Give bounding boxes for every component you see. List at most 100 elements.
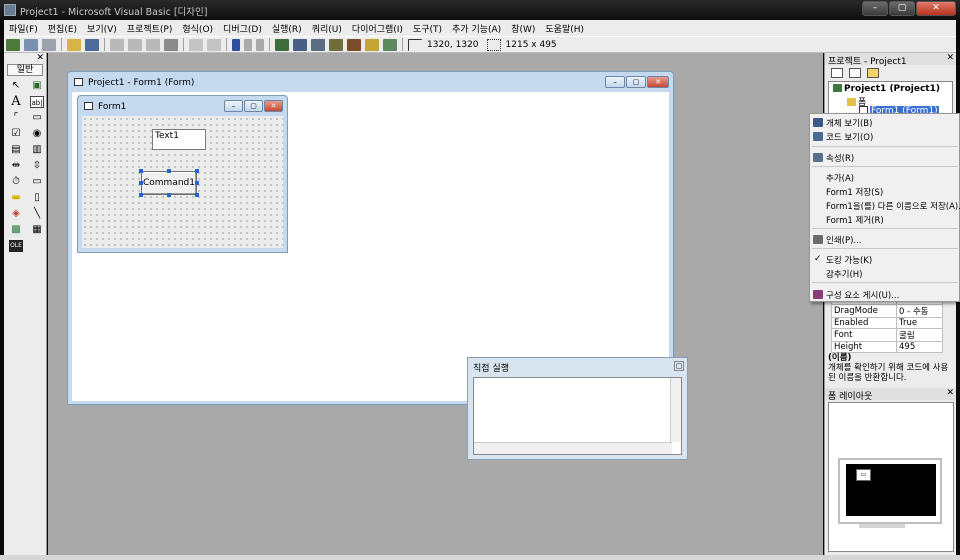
break-icon[interactable]	[244, 38, 252, 51]
ctx-publish-components[interactable]: 구성 요소 게시(U)...	[826, 289, 899, 301]
form-position-marker[interactable]: ▭	[856, 469, 871, 481]
ctx-view-code[interactable]: 코드 보기(O)	[826, 131, 873, 143]
ctx-add[interactable]: 추가(A)	[826, 172, 854, 184]
menu-debug[interactable]: 디버그(D)	[218, 22, 267, 35]
toolbox-icon[interactable]	[347, 38, 361, 51]
form1-design-grid[interactable]: Text1 Command1	[82, 116, 283, 248]
image-tool-icon[interactable]: ▩	[9, 224, 23, 236]
start-icon[interactable]	[232, 38, 240, 51]
property-value[interactable]: True	[896, 317, 943, 329]
object-browser-icon[interactable]	[329, 38, 343, 51]
menu-window[interactable]: 창(W)	[506, 22, 540, 35]
designer-close-button[interactable]: ✕	[647, 76, 669, 88]
menu-run[interactable]: 실행(R)	[267, 22, 307, 35]
text1-textbox[interactable]: Text1	[152, 129, 206, 150]
find-icon[interactable]	[164, 38, 178, 51]
command1-button[interactable]: Command1	[141, 171, 197, 195]
resize-handle[interactable]	[139, 193, 143, 197]
listbox-tool-icon[interactable]: ▥	[30, 144, 44, 156]
line-tool-icon[interactable]: ╲	[30, 208, 44, 220]
menu-addins[interactable]: 추가 기능(A)	[447, 22, 506, 35]
properties-window-icon[interactable]	[293, 38, 307, 51]
timer-tool-icon[interactable]: ⏱	[9, 176, 23, 188]
open-project-icon[interactable]	[67, 38, 81, 51]
save-project-icon[interactable]	[85, 38, 99, 51]
dirlistbox-tool-icon[interactable]: ▬	[9, 192, 23, 204]
hscrollbar-tool-icon[interactable]: ⇹	[9, 160, 23, 172]
menu-tools[interactable]: 도구(T)	[408, 22, 447, 35]
property-row[interactable]: DragMode 0 - 수동	[831, 304, 943, 318]
designer-maximize-button[interactable]: ▢	[626, 76, 646, 88]
label-tool-icon[interactable]: A	[9, 95, 23, 108]
close-button[interactable]: ✕	[916, 1, 956, 16]
resize-handle[interactable]	[167, 193, 171, 197]
add-project-icon[interactable]	[6, 38, 20, 51]
resize-handle[interactable]	[195, 193, 199, 197]
menu-editor-icon[interactable]	[42, 38, 56, 51]
ctx-hide[interactable]: 감추기(H)	[826, 268, 862, 280]
property-row[interactable]: Height 495	[831, 341, 943, 353]
form-layout-close-icon[interactable]: ✕	[946, 388, 954, 398]
menu-help[interactable]: 도움말(H)	[540, 22, 589, 35]
tree-node-project[interactable]: Project1 (Project1)	[833, 84, 940, 94]
menu-query[interactable]: 쿼리(U)	[307, 22, 347, 35]
cut-icon[interactable]	[110, 38, 124, 51]
toolbox-close-icon[interactable]: ✕	[36, 53, 44, 63]
ctx-view-object[interactable]: 개체 보기(B)	[826, 117, 872, 129]
ctx-save-form[interactable]: Form1 저장(S)	[826, 186, 883, 198]
menu-diagram[interactable]: 다이어그램(I)	[347, 22, 408, 35]
resize-handle[interactable]	[195, 169, 199, 173]
data-view-icon[interactable]	[365, 38, 379, 51]
pointer-tool-icon[interactable]: ↖	[9, 80, 23, 92]
menu-edit[interactable]: 편집(E)	[43, 22, 82, 35]
property-row[interactable]: Enabled True	[831, 317, 943, 329]
ctx-print[interactable]: 인쇄(P)...	[826, 234, 862, 246]
property-value[interactable]: 495	[896, 341, 943, 353]
form-layout-icon[interactable]	[311, 38, 325, 51]
designer-title-bar[interactable]: Project1 - Form1 (Form) – ▢ ✕	[68, 72, 673, 92]
property-value[interactable]: 굴림	[896, 328, 943, 342]
frame-tool-icon[interactable]: ⌜	[9, 112, 23, 124]
ole-tool-icon[interactable]: OLE	[9, 240, 23, 252]
paste-icon[interactable]	[146, 38, 160, 51]
end-icon[interactable]	[256, 38, 264, 51]
form1-close-button[interactable]: ✕	[264, 100, 283, 112]
menu-format[interactable]: 형식(O)	[177, 22, 218, 35]
copy-icon[interactable]	[128, 38, 142, 51]
immediate-title-bar[interactable]: 직접 실행 ▢	[468, 358, 687, 374]
form1-minimize-button[interactable]: –	[224, 100, 243, 112]
minimize-button[interactable]: –	[862, 1, 888, 16]
view-object-icon[interactable]	[849, 68, 861, 78]
project-explorer-icon[interactable]	[275, 38, 289, 51]
resize-handle[interactable]	[195, 181, 199, 185]
resize-handle[interactable]	[167, 169, 171, 173]
menu-project[interactable]: 프로젝트(P)	[122, 22, 178, 35]
ctx-dockable[interactable]: 도킹 가능(K)	[826, 254, 872, 266]
undo-icon[interactable]	[189, 38, 203, 51]
immediate-text-area[interactable]	[473, 377, 682, 455]
form1-title-bar[interactable]: Form1 – ▢ ✕	[78, 96, 287, 116]
combobox-tool-icon[interactable]: ▤	[9, 144, 23, 156]
maximize-button[interactable]: ▢	[889, 1, 915, 16]
checkbox-tool-icon[interactable]: ☑	[9, 128, 23, 140]
ctx-save-form-as[interactable]: Form1을(를) 다른 이름으로 저장(A)...	[826, 200, 960, 212]
toggle-folders-icon[interactable]	[867, 68, 879, 78]
immediate-restore-icon[interactable]: ▢	[674, 361, 684, 371]
redo-icon[interactable]	[207, 38, 221, 51]
data-tool-icon[interactable]: ▦	[30, 224, 44, 236]
immediate-vertical-scrollbar[interactable]	[670, 378, 681, 442]
component-manager-icon[interactable]	[383, 38, 397, 51]
menu-view[interactable]: 보기(V)	[82, 22, 122, 35]
picturebox-tool-icon[interactable]: ▣	[30, 80, 44, 92]
commandbutton-tool-icon[interactable]: ▭	[30, 112, 44, 124]
drivelistbox-tool-icon[interactable]: ▭	[30, 176, 44, 188]
textbox-tool-icon[interactable]: ab|	[30, 96, 44, 108]
ctx-properties[interactable]: 속성(R)	[826, 152, 854, 164]
property-value[interactable]: 0 - 수동	[896, 304, 943, 318]
vscrollbar-tool-icon[interactable]: ⇳	[30, 160, 44, 172]
property-row[interactable]: Font 굴림	[831, 328, 943, 342]
add-form-icon[interactable]	[24, 38, 38, 51]
shape-tool-icon[interactable]: ◈	[9, 208, 23, 220]
resize-handle[interactable]	[139, 169, 143, 173]
optionbutton-tool-icon[interactable]: ◉	[30, 128, 44, 140]
